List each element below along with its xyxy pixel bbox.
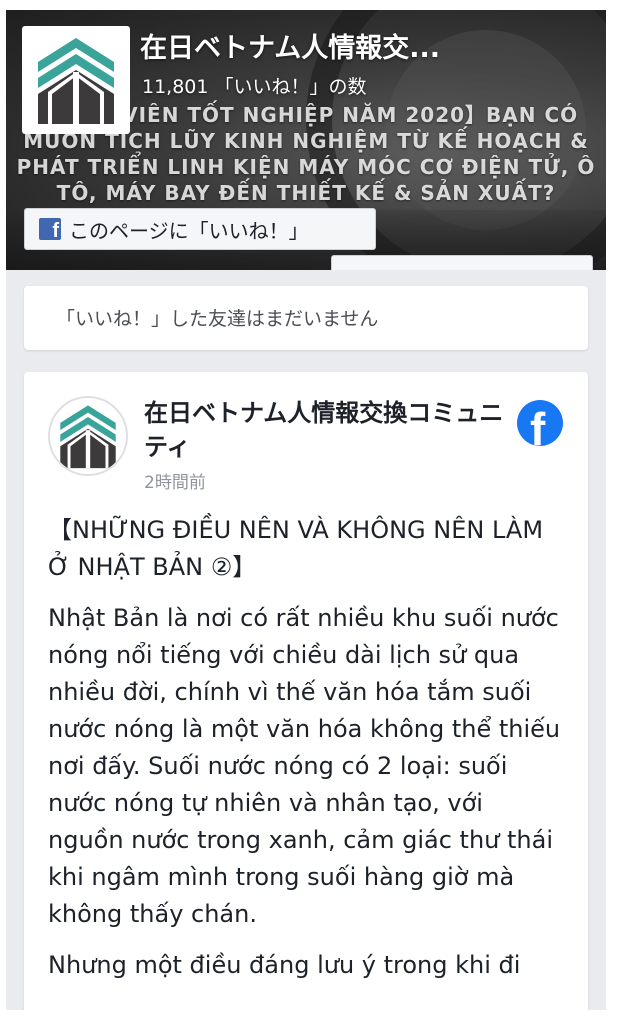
like-page-label: このページに「いいね！」: [69, 218, 309, 243]
post-author-link[interactable]: 在日ベトナム人情報交換コミュニティ: [144, 396, 514, 464]
facebook-square-icon: f: [39, 218, 61, 240]
cover-photo[interactable]: 【SINH VIÊN TỐT NGHIỆP NĂM 2020】BẠN CÓ MU…: [6, 10, 606, 270]
friends-notice-text: 「いいね！」した友達はまだいません: [56, 308, 379, 330]
post-paragraph: Nhưng một điều đáng lưu ý trong khi đi: [48, 951, 521, 979]
page-like-count: 11,801 「いいね！」の数: [142, 76, 367, 98]
like-page-button[interactable]: f このページに「いいね！」: [24, 208, 376, 250]
post-body: 【NHỮNG ĐIỀU NÊN VÀ KHÔNG NÊN LÀM Ở NHẬT …: [48, 512, 564, 998]
page-logo-icon: [60, 405, 116, 469]
friends-notice-card: 「いいね！」した友達はまだいません: [24, 286, 588, 350]
post-paragraph: Nhật Bản là nơi có rất nhiều khu suối nư…: [48, 604, 561, 928]
page-logo[interactable]: [22, 26, 130, 134]
author-avatar[interactable]: [48, 396, 128, 476]
post-timestamp[interactable]: 2時間前: [144, 468, 206, 493]
post-title: 【NHỮNG ĐIỀU NÊN VÀ KHÔNG NÊN LÀM Ở NHẬT …: [48, 516, 544, 581]
page-name-link[interactable]: 在日ベトナム人情報交...: [140, 26, 580, 65]
facebook-logo-icon[interactable]: f: [517, 400, 563, 446]
facebook-page-plugin: 【SINH VIÊN TỐT NGHIỆP NĂM 2020】BẠN CÓ MU…: [6, 10, 606, 1010]
page-logo-icon: [38, 38, 114, 124]
post-card: 在日ベトナム人情報交換コミュニティ 2時間前 f 【NHỮNG ĐIỀU NÊN…: [24, 372, 588, 1010]
share-button[interactable]: [331, 255, 593, 270]
